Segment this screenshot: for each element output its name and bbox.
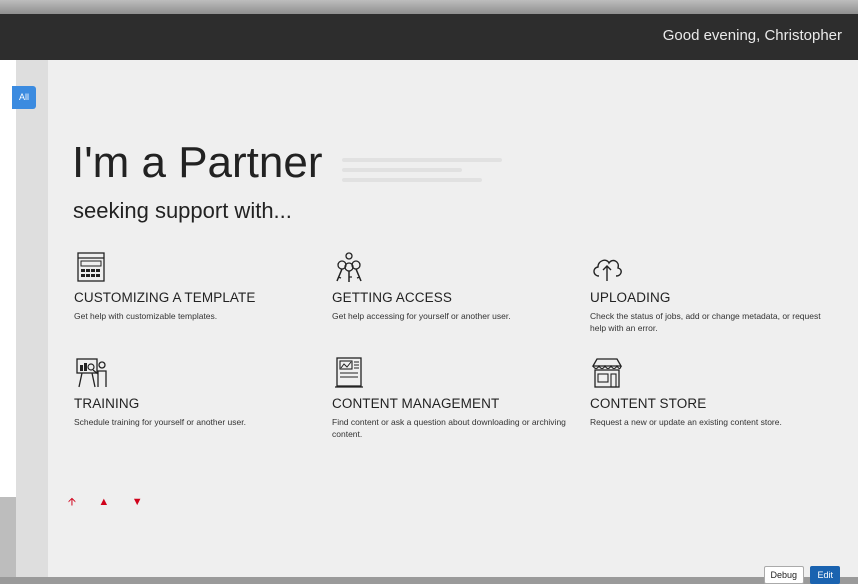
card-training[interactable]: TRAINING Schedule training for yourself … bbox=[74, 356, 314, 428]
cloud-upload-icon bbox=[593, 259, 622, 281]
edit-button[interactable]: Edit bbox=[810, 566, 840, 584]
card-title: CONTENT STORE bbox=[590, 396, 707, 411]
page-title: I'm a Partner bbox=[72, 138, 323, 187]
debug-button[interactable]: Debug bbox=[763, 566, 805, 584]
all-button[interactable]: All bbox=[12, 86, 36, 109]
side-panel-shadow bbox=[0, 497, 16, 577]
sort-controls: 🡩 ▲ ▼ bbox=[68, 492, 161, 512]
card-title: CONTENT MANAGEMENT bbox=[332, 396, 500, 411]
keys-icon bbox=[336, 252, 362, 282]
caret-down-icon[interactable]: ▼ bbox=[132, 496, 143, 508]
caret-up-icon[interactable]: ▲ bbox=[98, 496, 109, 508]
background-ghost bbox=[342, 152, 542, 192]
storefront-icon bbox=[591, 358, 623, 388]
footer-buttons: Debug Edit bbox=[763, 565, 840, 584]
side-strip bbox=[16, 60, 48, 577]
card-customizing-template[interactable]: CUSTOMIZING A TEMPLATE Get help with cus… bbox=[74, 250, 314, 322]
card-getting-access[interactable]: GETTING ACCESS Get help accessing for yo… bbox=[332, 250, 572, 322]
template-icon bbox=[77, 252, 105, 282]
header-bar: Good evening, Christopher bbox=[0, 14, 858, 60]
arrow-up-icon[interactable]: 🡩 bbox=[68, 493, 76, 512]
card-description: Request a new or update an existing cont… bbox=[590, 417, 782, 427]
main-panel: I'm a Partner seeking support with... CU… bbox=[48, 60, 858, 584]
content-management-icon bbox=[335, 357, 363, 388]
side-panel bbox=[0, 60, 16, 497]
card-title: CUSTOMIZING A TEMPLATE bbox=[74, 290, 256, 305]
card-content-management[interactable]: CONTENT MANAGEMENT Find content or ask a… bbox=[332, 356, 572, 440]
card-description: Schedule training for yourself or anothe… bbox=[74, 417, 246, 427]
card-title: GETTING ACCESS bbox=[332, 290, 452, 305]
card-title: UPLOADING bbox=[590, 290, 671, 305]
background-blur bbox=[0, 0, 858, 14]
card-description: Get help accessing for yourself or anoth… bbox=[332, 311, 511, 321]
card-description: Get help with customizable templates. bbox=[74, 311, 218, 321]
card-description: Find content or ask a question about dow… bbox=[332, 417, 566, 439]
page-subtitle: seeking support with... bbox=[73, 198, 292, 223]
card-title: TRAINING bbox=[74, 396, 140, 411]
card-uploading[interactable]: UPLOADING Check the status of jobs, add … bbox=[590, 250, 830, 334]
card-description: Check the status of jobs, add or change … bbox=[590, 311, 821, 333]
card-content-store[interactable]: CONTENT STORE Request a new or update an… bbox=[590, 356, 830, 428]
greeting-text: Good evening, Christopher bbox=[662, 27, 842, 44]
presentation-icon bbox=[76, 358, 107, 388]
